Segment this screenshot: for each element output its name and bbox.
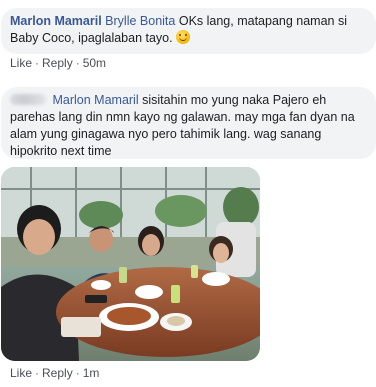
reply-link[interactable]: Reply (42, 56, 73, 70)
comment-bubble-2: Marlon Mamaril sisitahin mo yung naka Pa… (1, 87, 376, 159)
reply-link[interactable]: Reply (42, 366, 73, 380)
comment-bubble-1: Marlon Mamaril Brylle Bonita OKs lang, m… (1, 8, 376, 54)
separator-dot: · (75, 56, 80, 70)
smiling-emoji-icon (176, 30, 191, 44)
like-link[interactable]: Like (10, 366, 32, 380)
comment-actions-1: Like · Reply · 50m (10, 56, 106, 70)
like-link[interactable]: Like (10, 56, 32, 70)
separator-dot: · (35, 56, 40, 70)
comment-photo[interactable] (1, 167, 260, 361)
tagged-user[interactable]: Marlon Mamaril (52, 93, 138, 107)
comment-author[interactable]: Marlon Mamaril (10, 14, 102, 28)
timestamp-link[interactable]: 50m (83, 56, 106, 70)
comment-actions-2: Like · Reply · 1m (10, 366, 99, 380)
separator-dot: · (75, 366, 80, 380)
redacted-author-name (10, 94, 46, 105)
tagged-user[interactable]: Brylle Bonita (105, 14, 175, 28)
restaurant-photo-image (1, 167, 260, 361)
timestamp-link[interactable]: 1m (83, 366, 100, 380)
separator-dot: · (35, 366, 40, 380)
